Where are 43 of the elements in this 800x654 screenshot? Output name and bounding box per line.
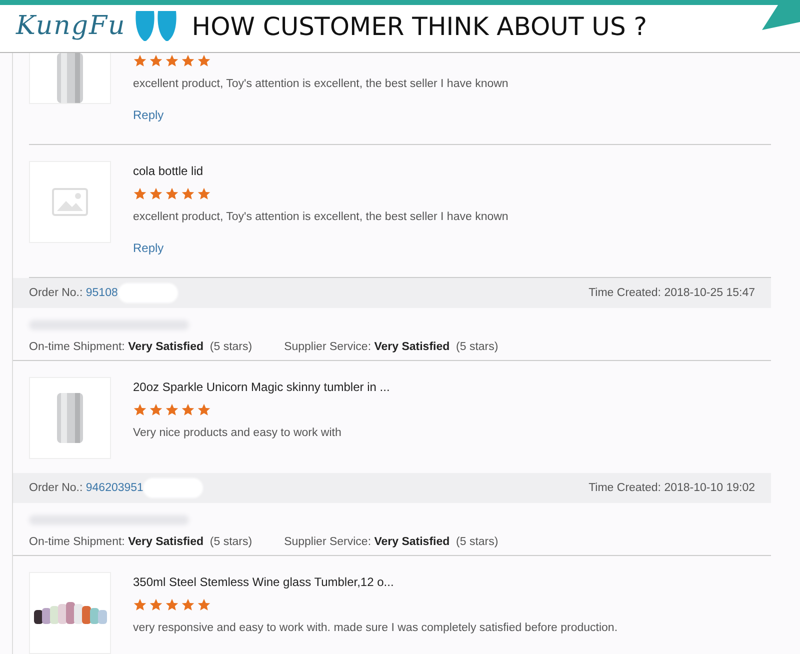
review-comment: excellent product, Toy's attention is excellent, the best seller I have known (133, 210, 508, 225)
product-title: 20oz Sparkle Unicorn Magic skinny tumbler in ... (133, 379, 390, 396)
order-label: Order No.: (29, 287, 84, 300)
star-icon (149, 187, 163, 201)
star-icon (197, 187, 211, 201)
star-icon (181, 54, 195, 68)
rating-summary: On-time Shipment: Very Satisfied (5 stars) (29, 341, 252, 353)
star-icon (133, 598, 147, 612)
star-icon (149, 403, 163, 417)
rating-summary: On-time Shipment: Very Satisfied (5 stars) (29, 536, 252, 548)
image-placeholder-icon (52, 188, 88, 216)
time-created: Time Created: 2018-10-10 19:02 (588, 482, 755, 494)
star-icon (133, 54, 147, 68)
star-icon (197, 403, 211, 417)
star-icon (149, 598, 163, 612)
order-number[interactable]: 946203951 (86, 482, 144, 494)
star-icon (181, 187, 195, 201)
time-created: Time Created: 2018-10-25 15:47 (588, 287, 755, 299)
cups-icon (134, 9, 178, 43)
star-icon (165, 187, 179, 201)
product-title: 350ml Steel Stemless Wine glass Tumbler,12 o... (133, 574, 395, 591)
review-comment: very responsive and easy to work with. made sure I was completely satisfied before production. (133, 621, 618, 636)
star-icon (133, 403, 147, 417)
order-label: Order No.: (29, 482, 84, 494)
star-icon (181, 403, 195, 417)
reply-link[interactable]: Reply (133, 108, 508, 122)
star-icon (165, 598, 179, 612)
banner-headline: HOW CUSTOMER THINK ABOUT US ? (192, 12, 648, 40)
star-icon (181, 598, 195, 612)
star-icon (197, 598, 211, 612)
star-icon (133, 187, 147, 201)
star-icon (165, 54, 179, 68)
order-number[interactable]: 95108 (86, 287, 118, 300)
star-icon (149, 54, 163, 68)
star-icon (165, 403, 179, 417)
review-comment: Very nice products and easy to work with (133, 426, 342, 441)
rating-summary: Supplier Service: Very Satisfied (5 stars) (284, 341, 498, 353)
review-comment: excellent product, Toy's attention is excellent, the best seller I have known (133, 77, 508, 92)
rating-summary: Supplier Service: Very Satisfied (5 stars) (284, 536, 498, 548)
logo-text: KungFu (16, 11, 126, 41)
star-icon (197, 54, 211, 68)
reply-link[interactable]: Reply (133, 241, 508, 255)
product-title: cola bottle lid (133, 163, 204, 180)
